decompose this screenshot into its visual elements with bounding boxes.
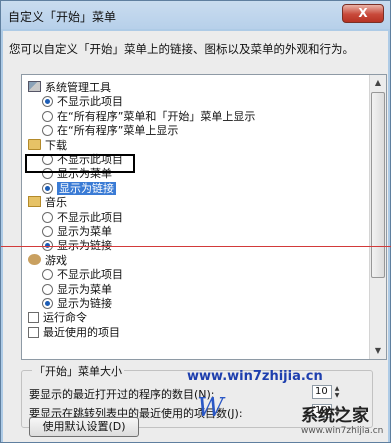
option-label: 显示为菜单 bbox=[57, 225, 112, 238]
vertical-scrollbar[interactable]: ▲ ▼ bbox=[369, 75, 386, 359]
radio-button[interactable] bbox=[42, 125, 53, 137]
annotation-highlight-box bbox=[25, 154, 135, 173]
option-label: 下载 bbox=[45, 138, 67, 152]
radio-option[interactable]: 显示为菜单 bbox=[42, 283, 112, 296]
checkbox-option[interactable]: 运行命令 bbox=[28, 311, 87, 324]
radio-option[interactable]: 显示为链接 bbox=[42, 297, 112, 310]
description-text: 您可以自定义「开始」菜单上的链接、图标以及菜单的外观和行为。 bbox=[9, 42, 354, 56]
music-icon bbox=[28, 196, 41, 208]
list-category: 音乐 bbox=[28, 196, 67, 209]
group-title: 「开始」菜单大小 bbox=[32, 363, 124, 379]
radio-button[interactable] bbox=[42, 283, 53, 295]
watermark-site-url: www.win7zhijia.cn bbox=[301, 426, 384, 436]
radio-option[interactable]: 在“所有程序”菜单和「开始」菜单上显示 bbox=[42, 110, 255, 123]
close-button[interactable]: X bbox=[342, 4, 384, 23]
list-category: 游戏 bbox=[28, 253, 67, 267]
use-default-settings-button[interactable]: 使用默认设置(D) bbox=[29, 417, 139, 437]
checkbox[interactable] bbox=[28, 312, 39, 324]
option-label: 显示为菜单 bbox=[57, 282, 112, 296]
watermark-url: www.win7zhijia.cn bbox=[187, 369, 323, 384]
options-list: 系统管理工具 不显示此项目 在“所有程序”菜单和「开始」菜单上显示 在“所有程序”菜单… bbox=[21, 74, 387, 360]
list-category: 系统管理工具 bbox=[28, 81, 111, 94]
option-label: 游戏 bbox=[45, 253, 67, 267]
radio-option[interactable]: 显示为菜单 bbox=[42, 225, 112, 238]
option-label: 不显示此项目 bbox=[57, 95, 123, 109]
scroll-thumb[interactable] bbox=[371, 92, 385, 278]
radio-option[interactable]: 显示为链接 bbox=[42, 181, 116, 195]
checkbox[interactable] bbox=[28, 326, 39, 338]
dialog-title: 自定义「开始」菜单 bbox=[8, 10, 117, 24]
radio-button[interactable] bbox=[42, 211, 53, 223]
option-label: 不显示此项目 bbox=[57, 268, 123, 282]
tools-icon bbox=[28, 81, 41, 92]
option-label: 显示为链接 bbox=[57, 181, 116, 195]
title-bar: 自定义「开始」菜单 X bbox=[1, 1, 390, 31]
recent-programs-label: 要显示的最近打开过的程序的数目(N): bbox=[29, 388, 215, 401]
radio-button[interactable] bbox=[42, 298, 53, 309]
list-category: 下载 bbox=[28, 138, 67, 152]
option-label: 显示为链接 bbox=[57, 297, 112, 310]
option-label: 不显示此项目 bbox=[57, 210, 123, 224]
customize-start-menu-dialog: 自定义「开始」菜单 X 您可以自定义「开始」菜单上的链接、图标以及菜单的外观和行… bbox=[0, 0, 391, 443]
option-label: 运行命令 bbox=[43, 311, 87, 325]
radio-option[interactable]: 不显示此项目 bbox=[42, 95, 123, 108]
radio-button[interactable] bbox=[42, 226, 53, 237]
scroll-down-icon[interactable]: ▼ bbox=[370, 343, 386, 359]
option-label: 音乐 bbox=[45, 196, 67, 210]
option-label: 在“所有程序”菜单上显示 bbox=[57, 124, 179, 138]
folder-icon bbox=[28, 138, 41, 150]
option-label: 在“所有程序”菜单和「开始」菜单上显示 bbox=[57, 109, 256, 123]
radio-button[interactable] bbox=[42, 182, 53, 194]
radio-option[interactable]: 不显示此项目 bbox=[42, 268, 123, 281]
radio-button[interactable] bbox=[42, 96, 53, 108]
radio-button[interactable] bbox=[42, 110, 53, 122]
option-label: 系统管理工具 bbox=[45, 81, 111, 94]
recent-programs-input[interactable]: 10 bbox=[312, 385, 332, 399]
watermark-site-name: 系统之家 bbox=[301, 406, 369, 426]
games-icon bbox=[28, 253, 41, 265]
radio-option[interactable]: 不显示此项目 bbox=[42, 211, 123, 224]
scroll-up-icon[interactable]: ▲ bbox=[370, 75, 386, 91]
recent-programs-spinner-icon[interactable]: ▲ ▼ bbox=[333, 385, 341, 399]
option-label: 最近使用的项目 bbox=[43, 325, 120, 339]
radio-button[interactable] bbox=[42, 269, 53, 281]
checkbox-option[interactable]: 最近使用的项目 bbox=[28, 326, 120, 339]
red-guide-line bbox=[1, 246, 391, 247]
radio-option[interactable]: 在“所有程序”菜单上显示 bbox=[42, 124, 178, 137]
watermark-logo-icon: W bbox=[197, 393, 224, 423]
